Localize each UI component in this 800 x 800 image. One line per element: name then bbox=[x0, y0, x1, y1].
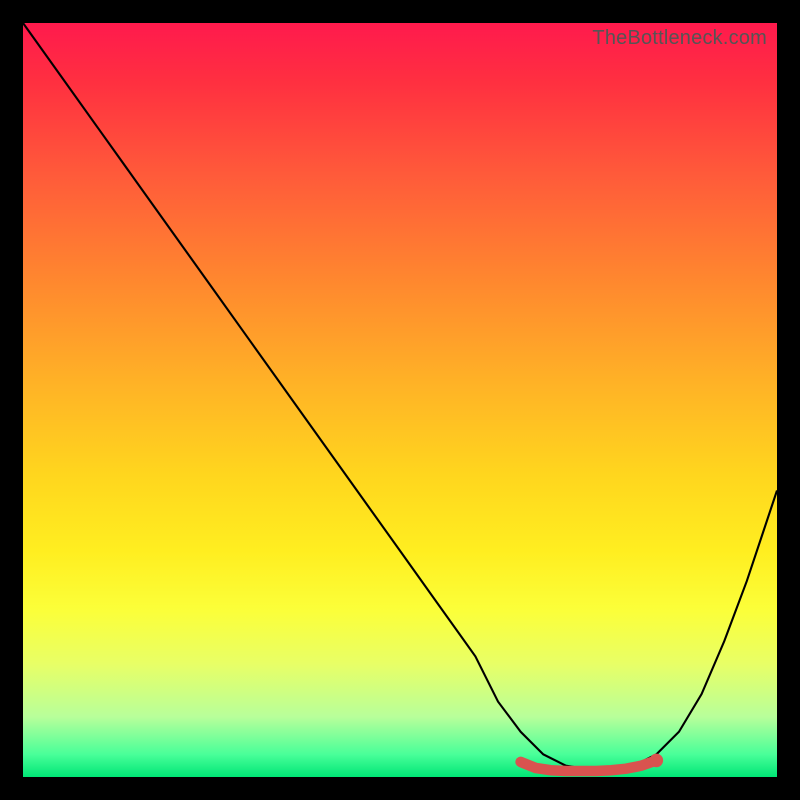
chart-svg bbox=[23, 23, 777, 777]
marker-end-dot bbox=[650, 754, 664, 768]
chart-frame: TheBottleneck.com bbox=[0, 0, 800, 800]
bottleneck-curve bbox=[23, 23, 777, 769]
optimal-range-marker bbox=[521, 760, 657, 771]
curve-layer bbox=[23, 23, 777, 769]
marker-layer bbox=[521, 754, 664, 771]
plot-area: TheBottleneck.com bbox=[23, 23, 777, 777]
